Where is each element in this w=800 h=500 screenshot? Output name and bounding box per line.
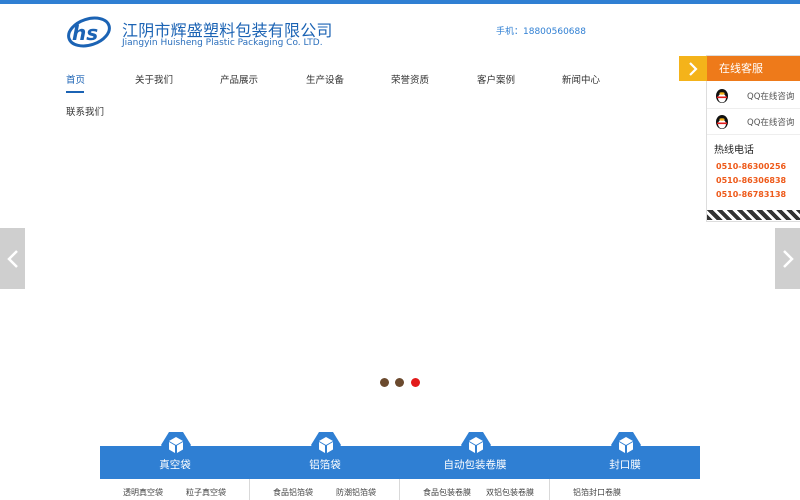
nav-item-cases[interactable]: 客户案例 — [477, 72, 515, 86]
online-service-toggle[interactable] — [679, 56, 707, 81]
category-link[interactable]: 铝箔封口卷膜 — [573, 487, 621, 498]
panel-stripe-decoration — [707, 210, 800, 220]
qq-consult-link[interactable]: QQ在线咨询 — [707, 108, 800, 135]
box-icon — [461, 432, 491, 458]
qq-penguin-icon — [716, 89, 728, 103]
slider-dot[interactable] — [395, 378, 404, 387]
box-icon — [611, 432, 641, 458]
online-service-header: 在线客服 — [679, 56, 800, 81]
category-packaging-film: 自动包装卷膜 食品包装卷膜 双铝包装卷膜 — [400, 432, 550, 500]
box-icon — [161, 432, 191, 458]
category-link[interactable]: 食品包装卷膜 — [423, 487, 471, 498]
category-title[interactable]: 铝箔袋 — [250, 457, 400, 472]
category-sealing-film: 封口膜 铝箔封口卷膜 — [550, 432, 700, 500]
hotline-number: 0510-86783138 — [716, 190, 787, 199]
nav-item-news[interactable]: 新闻中心 — [562, 72, 600, 86]
svg-text:hs: hs — [72, 21, 98, 45]
product-category-bar: 真空袋 透明真空袋 粒子真空袋 铝箔袋 食品铝箔袋 防潮铝箔袋 自动包装卷膜 食… — [100, 432, 700, 500]
qq-consult-link[interactable]: QQ在线咨询 — [707, 82, 800, 109]
site-header: hs 江阴市辉盛塑料包装有限公司 Jiangyin Huisheng Plast… — [0, 4, 800, 62]
online-service-title: 在线客服 — [707, 56, 800, 81]
nav-active-indicator — [66, 91, 84, 93]
category-link[interactable]: 防潮铝箔袋 — [336, 487, 376, 498]
chevron-left-icon — [6, 249, 18, 268]
nav-item-honors[interactable]: 荣誉资质 — [391, 72, 429, 86]
nav-item-equipment[interactable]: 生产设备 — [306, 72, 344, 86]
slider-dot-active[interactable] — [411, 378, 420, 387]
nav-item-home[interactable]: 首页 — [66, 72, 85, 86]
category-title[interactable]: 真空袋 — [100, 457, 250, 472]
company-name-en: Jiangyin Huisheng Plastic Packaging Co. … — [122, 38, 323, 48]
category-title[interactable]: 封口膜 — [550, 457, 700, 472]
hotline-number: 0510-86306838 — [716, 176, 787, 185]
hotline-label: 热线电话 — [714, 145, 754, 156]
nav-item-contact[interactable]: 联系我们 — [66, 104, 104, 118]
category-vacuum-bags: 真空袋 透明真空袋 粒子真空袋 — [100, 432, 250, 500]
category-link[interactable]: 粒子真空袋 — [186, 487, 226, 498]
slider-prev-button[interactable] — [0, 228, 25, 289]
phone-number: 手机：18800560688 — [496, 27, 586, 37]
category-link[interactable]: 透明真空袋 — [123, 487, 163, 498]
company-logo[interactable]: hs — [66, 14, 112, 50]
main-nav: 首页 关于我们 产品展示 生产设备 荣誉资质 客户案例 新闻中心 联系我们 — [0, 68, 680, 120]
box-icon — [311, 432, 341, 458]
nav-item-products[interactable]: 产品展示 — [220, 72, 258, 86]
qq-consult-label: QQ在线咨询 — [747, 92, 795, 102]
qq-penguin-icon — [716, 115, 728, 129]
category-link[interactable]: 食品铝箔袋 — [273, 487, 313, 498]
qq-consult-label: QQ在线咨询 — [747, 118, 795, 128]
chevron-right-icon — [782, 249, 794, 268]
slider-next-button[interactable] — [775, 228, 800, 289]
category-link[interactable]: 双铝包装卷膜 — [486, 487, 534, 498]
hotline-number: 0510-86300256 — [716, 162, 787, 171]
online-service-panel: 在线客服 QQ在线咨询 QQ在线咨询 热线电话 0510-86300256 05… — [679, 55, 800, 222]
chevron-right-icon — [689, 61, 698, 76]
slider-dot[interactable] — [380, 378, 389, 387]
category-foil-bags: 铝箔袋 食品铝箔袋 防潮铝箔袋 — [250, 432, 400, 500]
category-title[interactable]: 自动包装卷膜 — [400, 457, 550, 472]
nav-item-about[interactable]: 关于我们 — [135, 72, 173, 86]
